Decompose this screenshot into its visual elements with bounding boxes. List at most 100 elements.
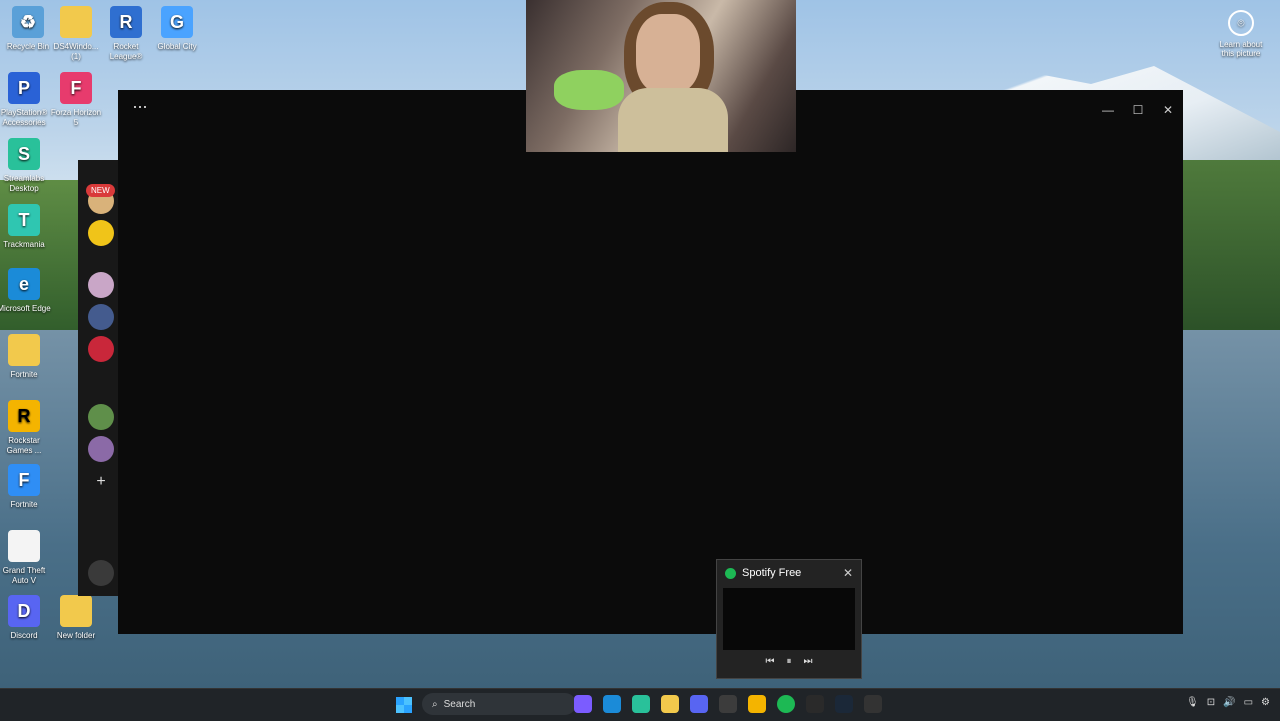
minimize-button[interactable]: — [1093,90,1123,130]
desktop-icon-rocket-league[interactable]: R Rocket League® [98,6,154,62]
discord-icon[interactable] [690,695,708,713]
desktop-icon-label: Rockstar Games ... [6,436,42,455]
desktop-icon-ds4windows[interactable]: DS4Windo... (1) [48,6,104,62]
close-icon[interactable]: ✕ [843,566,853,580]
webcam-face [636,14,700,94]
fortnite-icon: F [8,464,40,496]
rockstar-icon[interactable] [748,695,766,713]
search-icon: ⌕ [432,698,438,710]
desktop-icon-streamlabs[interactable]: S Streamlabs Desktop [0,138,52,194]
new-badge: NEW [86,184,115,197]
desktop-icon-new-folder[interactable]: New folder [48,595,104,641]
file-explorer-icon[interactable] [661,695,679,713]
game-icon[interactable] [574,695,592,713]
streamlabs-icon[interactable] [632,695,650,713]
desktop-icon-label: Global City [157,42,197,51]
epic-games-icon[interactable] [806,695,824,713]
learn-about-picture[interactable]: ⌾ Learn about this picture [1214,10,1268,58]
volume-icon[interactable]: 🔊 [1223,697,1235,708]
app-icon[interactable] [864,695,882,713]
next-icon[interactable]: ⏭ [804,656,813,667]
desktop-icon-label: Rocket League® [109,42,143,61]
desktop-icon-label: Forza Horizon 5 [50,108,102,127]
window-controls: — ☐ ✕ [1093,90,1183,130]
desktop-icon-forza[interactable]: F Forza Horizon 5 [48,72,104,128]
menu-dots-icon[interactable]: ··· [132,96,148,117]
main-window[interactable]: ··· — ☐ ✕ [118,90,1183,634]
system-tray: 🎙 ⊡ 🔊 ▭ ⚙ [1186,697,1270,708]
desktop-icon-label: Microsoft Edge [0,304,51,313]
file-icon [8,530,40,562]
learn-about-label: Learn about this picture [1219,40,1263,58]
desktop-icon-global-city[interactable]: G Global City [149,6,205,52]
album-art [723,588,855,650]
desktop-icon-fortnite[interactable]: F Fortnite [0,464,52,510]
edge-icon[interactable] [603,695,621,713]
server-avatar[interactable] [88,404,114,430]
desktop-icon-label: Trackmania [3,240,45,249]
folder-icon [8,334,40,366]
microphone-icon[interactable]: 🎙 [1186,697,1199,708]
spotify-title: Spotify Free [742,567,802,579]
global-city-icon: G [161,6,193,38]
spotify-icon[interactable] [777,695,795,713]
server-avatar[interactable] [88,272,114,298]
folder-icon [60,6,92,38]
desktop-icon-label: Fortnite [10,500,38,509]
desktop-icon-label: DS4Windo... (1) [53,42,99,61]
desktop-icon-rockstar[interactable]: R Rockstar Games ... [0,400,52,456]
side-rail: + [78,160,118,596]
start-button[interactable] [396,697,412,713]
taskbar: ⌕ Search 🎙 ⊡ 🔊 ▭ ⚙ [0,688,1280,721]
camera-icon: ⌾ [1228,10,1254,36]
desktop-icon-edge[interactable]: e Microsoft Edge [0,268,52,314]
background-forest-right [1180,160,1280,340]
add-server-icon[interactable]: + [88,470,114,496]
battery-icon[interactable]: ▭ [1244,697,1253,708]
playstation-icon: P [8,72,40,104]
discord-icon: D [8,595,40,627]
server-avatar[interactable] [88,336,114,362]
notifications-icon[interactable]: ⚙ [1261,697,1270,708]
server-avatar[interactable] [88,220,114,246]
playback-controls: ⏮ ⏸ ⏭ [717,656,861,667]
desktop-icon-label: Streamlabs Desktop [3,174,45,193]
desktop-icon-trackmania[interactable]: T Trackmania [0,204,52,250]
webcam-shirt [618,88,728,152]
server-avatar[interactable] [88,304,114,330]
taskbar-apps [574,695,882,713]
desktop-icon-label: Fortnite [10,370,38,379]
rockstar-icon: R [8,400,40,432]
close-button[interactable]: ✕ [1153,90,1183,130]
steam-icon[interactable] [835,695,853,713]
desktop-icon-label: Discord [10,631,38,640]
search-box[interactable]: ⌕ Search [422,693,576,715]
streamlabs-icon: S [8,138,40,170]
desktop-icon-playstation[interactable]: P PlayStation® Accessories [0,72,52,128]
user-avatar[interactable] [88,560,114,586]
maximize-button[interactable]: ☐ [1123,90,1153,130]
network-icon[interactable]: ⊡ [1207,697,1215,708]
desktop-icon-fortnite-folder[interactable]: Fortnite [0,334,52,380]
edge-icon: e [8,268,40,300]
spotify-mini-player[interactable]: Spotify Free ✕ ⏮ ⏸ ⏭ [716,559,862,679]
desktop-icon-label: Grand Theft Auto V [2,566,46,585]
search-label: Search [443,698,476,710]
desktop-icon-gta-v[interactable]: Grand Theft Auto V [0,530,52,586]
forza-icon: F [60,72,92,104]
store-icon[interactable] [719,695,737,713]
desktop-icon-discord[interactable]: D Discord [0,595,52,641]
spotify-icon [725,567,736,579]
webcam-plush [554,70,624,110]
rocket-league-icon: R [110,6,142,38]
folder-icon [60,595,92,627]
desktop-icon-label: New folder [56,631,96,640]
desktop-icon-label: PlayStation® Accessories [0,108,48,127]
previous-icon[interactable]: ⏮ [766,656,775,667]
server-avatar[interactable] [88,436,114,462]
pause-icon[interactable]: ⏸ [787,656,792,667]
webcam-overlay [526,0,796,152]
trackmania-icon: T [8,204,40,236]
spotify-header: Spotify Free ✕ [717,560,861,586]
recycle-bin-icon: ♻ [12,6,44,38]
